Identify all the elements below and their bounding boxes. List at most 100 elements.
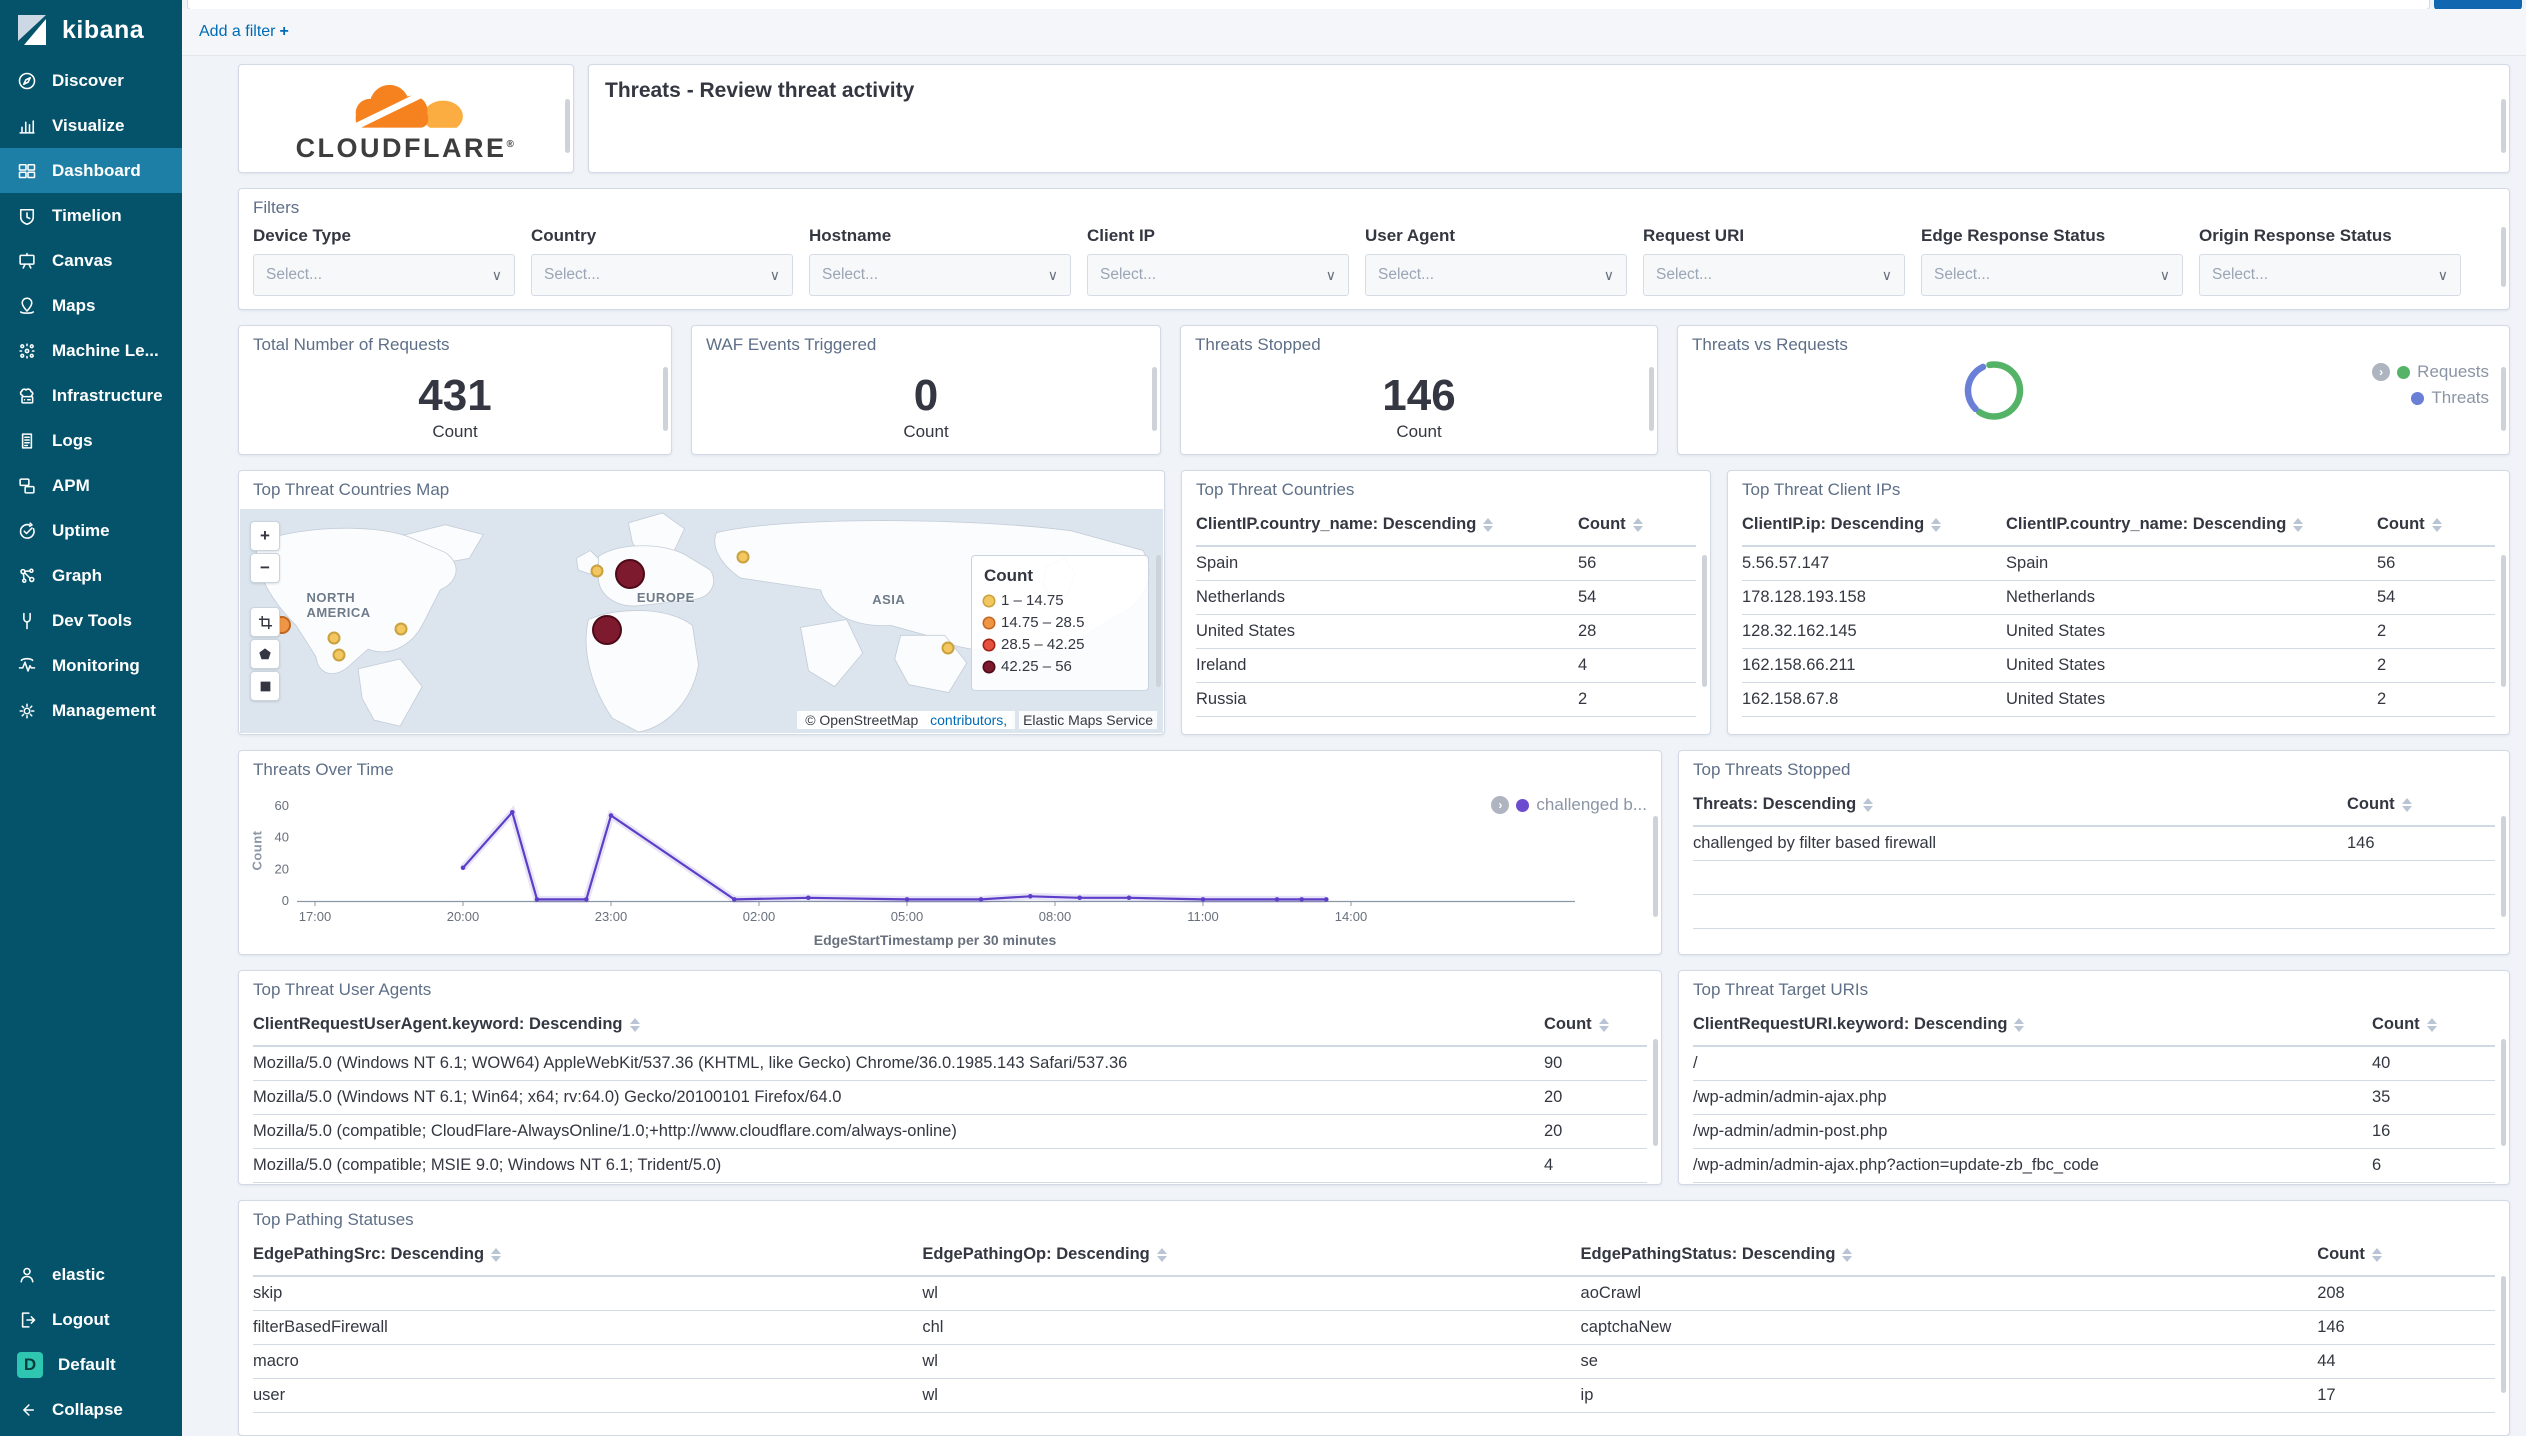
panel-scrollbar[interactable]	[1152, 366, 1157, 431]
panel-scrollbar[interactable]	[2501, 815, 2506, 918]
map-bubble-spain[interactable]	[592, 614, 623, 645]
sidebar-item-dev-tools[interactable]: Dev Tools	[0, 598, 182, 643]
legend-item-threats[interactable]: Threats	[2411, 388, 2489, 408]
map-legend-entry: 1 – 14.75	[984, 592, 1136, 609]
sidebar-item-graph[interactable]: Graph	[0, 553, 182, 598]
column-header[interactable]: EdgePathingSrc: Descending	[253, 1234, 923, 1277]
map-bubble-russia[interactable]	[736, 550, 750, 564]
sidebar-item-apm[interactable]: APM	[0, 463, 182, 508]
filters-grid: Device Type Select... ∨ Country Select... ∨ Ho…	[239, 218, 2509, 296]
panel-scrollbar[interactable]	[2501, 1039, 2506, 1146]
panel-scrollbar[interactable]	[2501, 555, 2506, 687]
column-header[interactable]: ClientIP.ip: Descending	[1742, 504, 2007, 547]
table-cell: chl	[922, 1310, 1581, 1345]
column-header[interactable]: Count	[1544, 1004, 1647, 1047]
column-header[interactable]: Count	[2347, 784, 2495, 827]
sidebar-item-default[interactable]: D Default	[0, 1342, 182, 1387]
chevron-down-icon: ∨	[2437, 266, 2448, 283]
cloudflare-wordmark: CLOUDFLARE®	[295, 133, 517, 163]
map-bubble-united-states[interactable]	[394, 622, 408, 636]
top-threat-countries-panel: Top Threat Countries ClientIP.country_nam…	[1181, 470, 1711, 735]
column-header[interactable]: Count	[2377, 504, 2495, 547]
map-bubble-united-states[interactable]	[327, 631, 341, 645]
filter-select-device-type[interactable]: Select... ∨	[253, 254, 515, 296]
map-draw-bounds-button[interactable]	[250, 671, 280, 701]
sidebar-item-monitoring[interactable]: Monitoring	[0, 643, 182, 688]
panel-scrollbar[interactable]	[2501, 99, 2506, 153]
sidebar-item-logs[interactable]: Logs	[0, 418, 182, 463]
table-cell: /wp-admin/admin-ajax.php	[1693, 1080, 2372, 1115]
table-row: Mozilla/5.0 (compatible; CloudFlare-Alwa…	[253, 1114, 1647, 1149]
legend-item-requests[interactable]: › Requests	[2372, 362, 2489, 382]
table-cell: 146	[2347, 826, 2495, 861]
column-header[interactable]: EdgePathingOp: Descending	[922, 1234, 1581, 1277]
map-zoom-in-button[interactable]: +	[250, 521, 280, 551]
dashboard-grid: CLOUDFLARE® Threats - Review threat acti…	[238, 64, 2510, 1436]
timelion-icon	[17, 206, 37, 226]
kibana-logo[interactable]: kibana	[0, 0, 182, 58]
sidebar-item-machine-le[interactable]: Machine Le...	[0, 328, 182, 373]
sidebar-item-discover[interactable]: Discover	[0, 58, 182, 103]
table-row: 128.32.162.145 United States 2	[1742, 614, 2495, 649]
legend-item-challenged-b[interactable]: › challenged b...	[1491, 795, 1647, 815]
map-bubble-ireland[interactable]	[590, 564, 604, 578]
map-bubble-united-states[interactable]	[332, 648, 346, 662]
panel-scrollbar[interactable]	[1653, 1039, 1658, 1146]
map-bubble-netherlands[interactable]	[615, 558, 646, 589]
panel-scrollbar[interactable]	[663, 366, 668, 431]
legend-expand-icon[interactable]: ›	[2372, 363, 2391, 381]
map-bubble[interactable]	[941, 641, 955, 655]
map-draw-polygon-button[interactable]	[250, 639, 280, 669]
filter-select-user-agent[interactable]: Select... ∨	[1365, 254, 1627, 296]
sidebar-item-dashboard[interactable]: Dashboard	[0, 148, 182, 193]
filter-select-client-ip[interactable]: Select... ∨	[1087, 254, 1349, 296]
table-row: United States 28	[1196, 614, 1696, 649]
panel-scrollbar[interactable]	[1649, 366, 1654, 431]
column-header[interactable]: EdgePathingStatus: Descending	[1580, 1234, 2318, 1277]
chevron-down-icon: ∨	[1603, 266, 1614, 283]
panel-scrollbar[interactable]	[2501, 227, 2506, 288]
filter-select-edge-response-status[interactable]: Select... ∨	[1921, 254, 2183, 296]
metric-label: Count	[1396, 422, 1442, 442]
sidebar-item-uptime[interactable]: Uptime	[0, 508, 182, 553]
column-header[interactable]: Count	[2372, 1004, 2495, 1047]
sidebar-item-label: Machine Le...	[52, 340, 159, 360]
sidebar-item-canvas[interactable]: Canvas	[0, 238, 182, 283]
map-canvas[interactable]: NORTH AMERICA EUROPE ASIA + − Count 1 – …	[240, 509, 1163, 733]
column-header[interactable]: ClientRequestURI.keyword: Descending	[1693, 1004, 2372, 1047]
column-header[interactable]: ClientRequestUserAgent.keyword: Descendi…	[253, 1004, 1544, 1047]
sidebar-item-infrastructure[interactable]: Infrastructure	[0, 373, 182, 418]
apm-icon	[17, 476, 37, 496]
panel-scrollbar[interactable]	[565, 99, 570, 153]
add-filter-link[interactable]: Add a filter +	[199, 23, 289, 41]
attribution-link[interactable]: contributors,	[926, 711, 1012, 729]
filter-select-request-uri[interactable]: Select... ∨	[1643, 254, 1905, 296]
sidebar-item-collapse[interactable]: Collapse	[0, 1387, 182, 1432]
panel-scrollbar[interactable]	[2501, 366, 2506, 431]
sidebar-item-timelion[interactable]: Timelion	[0, 193, 182, 238]
filter-select-hostname[interactable]: Select... ∨	[809, 254, 1071, 296]
sidebar-item-management[interactable]: Management	[0, 688, 182, 733]
panel-scrollbar[interactable]	[1702, 555, 1707, 687]
column-header[interactable]: Count	[1578, 504, 1696, 547]
sidebar-item-visualize[interactable]: Visualize	[0, 103, 182, 148]
sidebar-item-maps[interactable]: Maps	[0, 283, 182, 328]
column-header[interactable]: ClientIP.country_name: Descending	[2006, 504, 2377, 547]
panel-scrollbar[interactable]	[1653, 815, 1658, 918]
column-header[interactable]: ClientIP.country_name: Descending	[1196, 504, 1578, 547]
table-cell: se	[1580, 1344, 2318, 1379]
filter-select-country[interactable]: Select... ∨	[531, 254, 793, 296]
map-zoom-out-button[interactable]: −	[250, 553, 280, 583]
legend-expand-icon[interactable]: ›	[1491, 796, 1510, 814]
cloudflare-logo-panel: CLOUDFLARE®	[238, 64, 574, 173]
sidebar-item-logout[interactable]: Logout	[0, 1297, 182, 1342]
panel-scrollbar[interactable]	[1156, 555, 1161, 687]
map-fit-data-button[interactable]	[250, 607, 280, 637]
main-area: Add a filter + CLOUDFLARE® Threats - Revi…	[182, 9, 2526, 1436]
sidebar-item-elastic[interactable]: elastic	[0, 1252, 182, 1297]
filter-select-origin-response-status[interactable]: Select... ∨	[2199, 254, 2461, 296]
column-header[interactable]: Threats: Descending	[1693, 784, 2347, 827]
panel-scrollbar[interactable]	[2501, 1275, 2506, 1393]
chevron-down-icon: ∨	[1047, 266, 1058, 283]
column-header[interactable]: Count	[2317, 1234, 2495, 1277]
